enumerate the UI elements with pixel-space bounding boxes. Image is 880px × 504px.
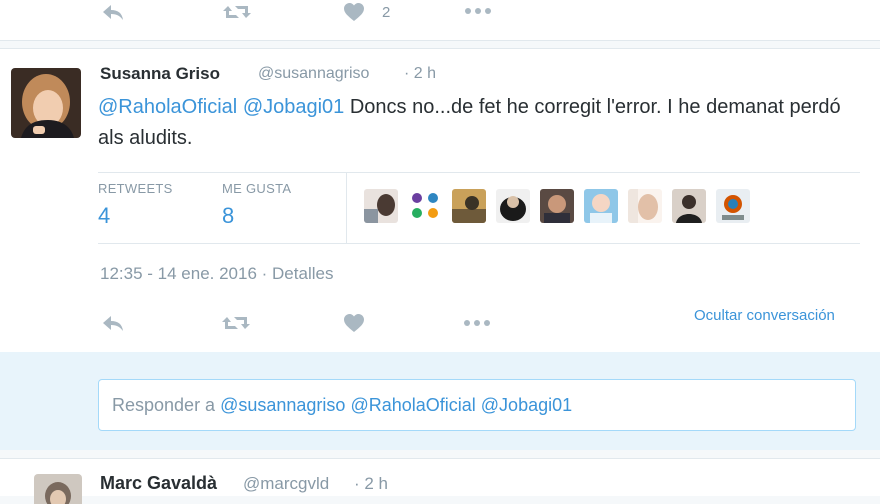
mention-link[interactable]: @RaholaOficial [98,96,237,118]
liker-avatar[interactable] [364,189,398,223]
tweet-author-name[interactable]: Marc Gavaldà [100,473,217,494]
liker-avatar[interactable] [628,189,662,223]
mention-link[interactable]: @Jobagi01 [243,96,344,118]
previous-tweet: 2 [0,0,880,41]
likes-count[interactable]: 8 [222,203,234,229]
stats-divider [346,173,347,243]
tweet-time[interactable]: · 2 h [354,474,388,494]
liker-avatar[interactable] [408,189,442,223]
tweet-author-username[interactable]: @susannagriso [258,65,369,83]
avatar[interactable] [34,474,82,504]
retweet-icon[interactable] [222,2,252,22]
retweet-icon[interactable] [221,313,251,333]
liker-avatar[interactable] [496,189,530,223]
liker-avatar[interactable] [672,189,706,223]
reply-placeholder: Responder a @susannagriso @RaholaOficial… [112,395,572,416]
details-link[interactable]: Detalles [272,264,333,283]
retweets-label[interactable]: RETWEETS [98,181,173,196]
avatar[interactable] [11,68,81,138]
tweet-author-username[interactable]: @marcgvld [243,474,329,494]
tweet-author-name[interactable]: Susanna Griso [100,64,220,84]
reply-icon[interactable] [101,313,125,333]
hide-conversation-link[interactable]: Ocultar conversación [694,307,835,324]
retweets-count[interactable]: 4 [98,203,110,229]
reply-mention: @Jobagi01 [480,395,573,415]
liker-avatar[interactable] [584,189,618,223]
tweet-stats: RETWEETS 4 ME GUSTA 8 [98,172,860,244]
tweet-meta: 12:35 - 14 ene. 2016 · Detalles [100,264,333,284]
tweet-text: @RaholaOficial @Jobagi01 Doncs no...de f… [98,92,858,154]
reply-icon[interactable] [101,2,125,22]
tweet-timestamp: 12:35 - 14 ene. 2016 [100,264,257,283]
reply-mention: @RaholaOficial [350,395,476,415]
liker-avatar[interactable] [452,189,486,223]
more-icon[interactable] [462,315,492,331]
likes-label[interactable]: ME GUSTA [222,181,291,196]
more-icon[interactable] [463,3,493,19]
like-icon[interactable] [343,2,365,22]
liker-avatar[interactable] [540,189,574,223]
tweet-time[interactable]: · 2 h [404,65,436,83]
reply-prefix: Responder a [112,395,221,415]
reply-mention: @susannagriso [220,395,346,415]
reply-input[interactable]: Responder a @susannagriso @RaholaOficial… [98,379,856,431]
like-count: 2 [382,4,391,21]
meta-separator: · [256,264,273,283]
liker-avatar[interactable] [716,189,750,223]
like-icon[interactable] [343,313,365,333]
